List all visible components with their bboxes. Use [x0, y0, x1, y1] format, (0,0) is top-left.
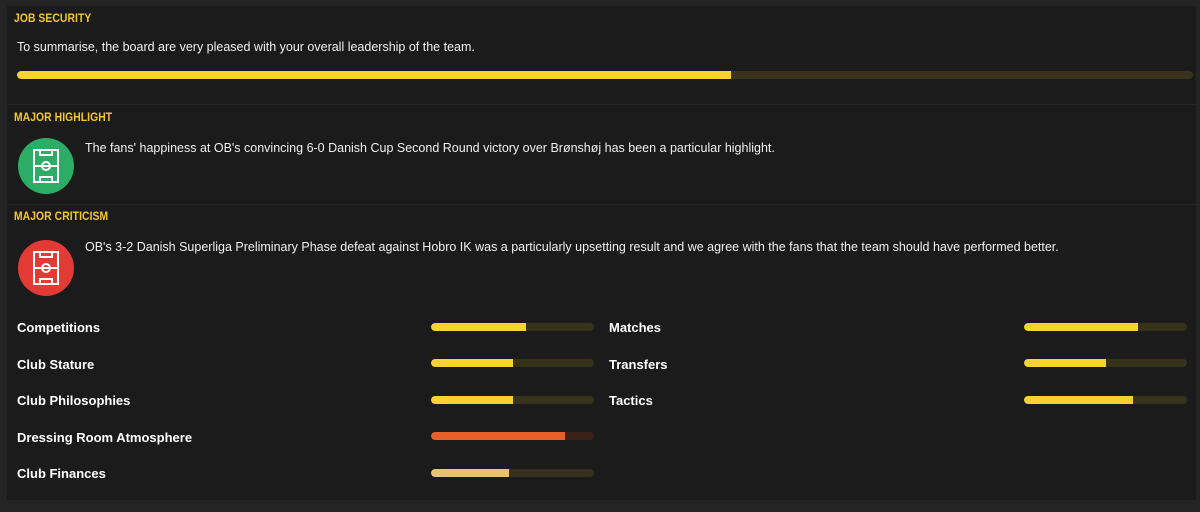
metric-label-competitions: Competitions: [17, 320, 101, 335]
metric-bar-matches: [1024, 323, 1187, 331]
metric-label-matches: Matches: [609, 320, 662, 335]
metric-label-transfers: Transfers: [609, 357, 668, 372]
metric-bar-fill: [431, 432, 565, 440]
job-security-title: JOB SECURITY: [14, 11, 92, 25]
metric-bar-transfers: [1024, 359, 1187, 367]
divider: [7, 204, 1196, 205]
divider: [7, 104, 1196, 105]
metric-bar-fill: [431, 469, 510, 477]
metric-bar-club-finances: [431, 469, 594, 477]
metric-bar-tactics: [1024, 396, 1187, 404]
pitch-icon: [18, 138, 74, 194]
pitch-icon: [18, 240, 74, 296]
job-security-bar-fill: [17, 71, 731, 79]
metric-bar-fill: [431, 396, 513, 404]
major-criticism-text: OB's 3-2 Danish Superliga Preliminary Ph…: [85, 240, 1059, 254]
metric-bar-club-philosophies: [431, 396, 594, 404]
metric-label-club-philosophies: Club Philosophies: [17, 393, 131, 408]
metric-bar-fill: [1024, 396, 1134, 404]
major-criticism-title: MAJOR CRITICISM: [14, 209, 109, 223]
metric-bar-club-stature: [431, 359, 594, 367]
metric-bar-fill: [431, 323, 526, 331]
metric-bar-fill: [1024, 359, 1106, 367]
major-highlight-title: MAJOR HIGHLIGHT: [14, 110, 113, 124]
metric-bar-dressing-room-atmosphere: [431, 432, 594, 440]
major-highlight-text: The fans' happiness at OB's convincing 6…: [85, 141, 775, 155]
job-security-summary: To summarise, the board are very pleased…: [17, 40, 475, 54]
metric-label-dressing-room-atmosphere: Dressing Room Atmosphere: [17, 430, 193, 445]
metric-label-club-finances: Club Finances: [17, 466, 106, 481]
metric-bar-competitions: [431, 323, 594, 331]
job-security-bar: [17, 71, 1193, 79]
metric-label-tactics: Tactics: [609, 393, 653, 408]
metric-label-club-stature: Club Stature: [17, 357, 95, 372]
metric-bar-fill: [1024, 323, 1139, 331]
metric-bar-fill: [431, 359, 513, 367]
